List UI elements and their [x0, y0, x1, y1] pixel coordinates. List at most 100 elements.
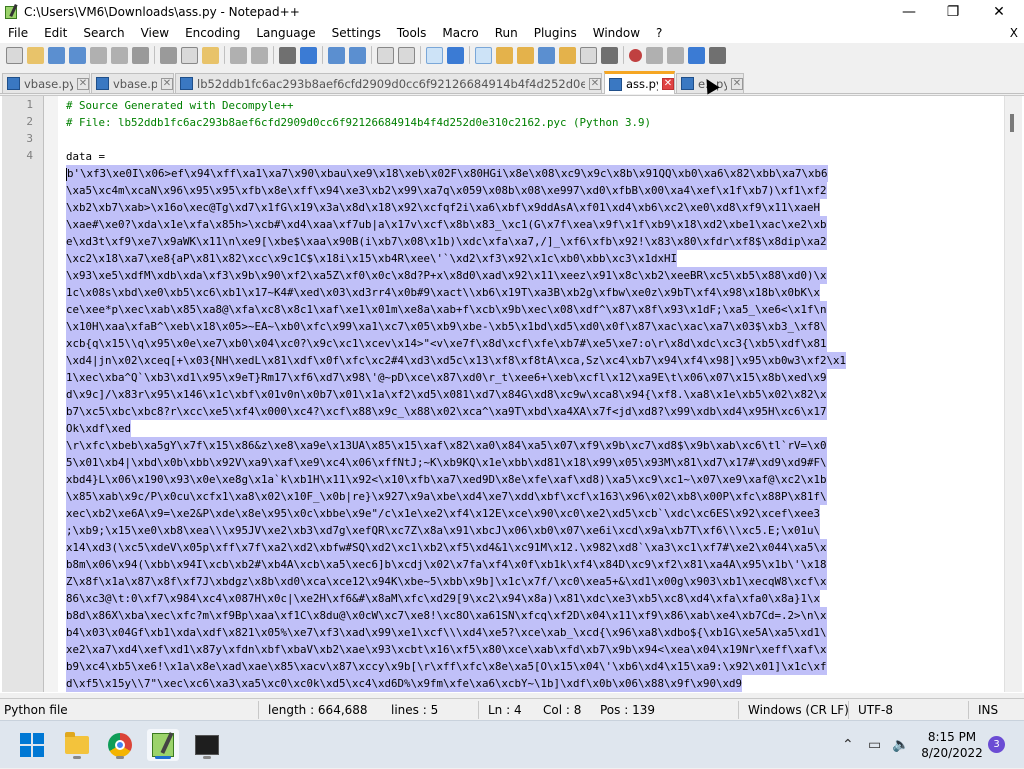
status-divider	[478, 701, 479, 719]
copy-icon[interactable]	[181, 46, 198, 64]
data-line: xec\xb2\xe6A\x9=\xe2&P\xde\x8e\x95\x0c\x…	[66, 505, 821, 522]
undo-icon[interactable]	[230, 46, 247, 64]
record-macro-icon[interactable]	[629, 48, 642, 62]
status-eol[interactable]: Windows (CR LF)	[748, 699, 849, 721]
save-all-icon[interactable]	[69, 46, 86, 64]
start-button[interactable]	[16, 729, 48, 761]
windows-logo-icon	[20, 733, 44, 757]
volume-icon[interactable]: 🔈	[892, 721, 909, 769]
tab-close-icon[interactable]: ✕	[662, 78, 674, 90]
data-line: b8m\x06\x94(\xbb\x94I\xcb\xb2#\xb4A\xcb\…	[66, 556, 827, 573]
function-list-icon[interactable]	[538, 46, 555, 64]
replace-icon[interactable]	[300, 46, 317, 64]
stop-macro-icon[interactable]	[646, 46, 663, 64]
close-file-icon[interactable]	[90, 46, 107, 64]
terminal-button[interactable]	[191, 729, 223, 761]
run-macro-multiple-icon[interactable]	[688, 46, 705, 64]
menu-encoding[interactable]: Encoding	[177, 23, 248, 43]
tab-close-icon[interactable]: ✕	[77, 77, 89, 90]
vertical-scrollbar[interactable]	[1004, 96, 1022, 692]
cut-icon[interactable]	[160, 46, 177, 64]
play-macro-icon[interactable]	[667, 46, 684, 64]
toolbar-separator	[224, 46, 225, 64]
menu-macro[interactable]: Macro	[434, 23, 486, 43]
fold-margin[interactable]	[44, 96, 58, 692]
print-icon[interactable]	[132, 46, 149, 64]
tab-vbase-py[interactable]: vbase.py ✕	[91, 73, 174, 93]
indent-guide-icon[interactable]	[475, 46, 492, 64]
sync-horizontal-icon[interactable]	[398, 46, 415, 64]
status-lines: lines : 5	[391, 703, 439, 717]
tab-close-icon[interactable]: ✕	[161, 77, 173, 90]
file-explorer-button[interactable]	[61, 729, 93, 761]
notepadpp-taskbar-button[interactable]	[147, 729, 179, 761]
tab-lb52-pyc[interactable]: lb52ddb1fc6ac293b8aef6cfd2909d0cc6f92126…	[175, 73, 602, 93]
tab-bar: vbase.pyc ✕ vbase.py ✕ lb52ddb1fc6ac293b…	[0, 70, 1024, 94]
running-indicator	[73, 756, 81, 759]
status-length: length : 664,688	[268, 703, 368, 717]
data-line: b'\xf3\xe0I\x06>ef\x94\xff\xa1\xa7\x90\x…	[66, 165, 828, 182]
menu-language[interactable]: Language	[248, 23, 323, 43]
minimize-button[interactable]: —	[886, 0, 932, 23]
line-number: 1	[26, 98, 33, 111]
notification-badge[interactable]: 3	[988, 736, 1005, 753]
word-wrap-icon[interactable]	[426, 46, 443, 64]
editor-area[interactable]: 1 2 3 4 # Source Generated with Decompyl…	[0, 95, 1024, 693]
toolbar-separator	[322, 46, 323, 64]
data-line: xe2\xa7\xd4\xef\xd1\x87y\xfdn\xbf\xbaV\x…	[66, 641, 827, 658]
folder-workspace-icon[interactable]	[559, 46, 576, 64]
data-line: \x10H\xaa\xfaB^\xeb\x18\x05>~EA~\xb0\xfc…	[66, 318, 827, 335]
new-file-icon[interactable]	[6, 46, 23, 64]
menu-window[interactable]: Window	[585, 23, 648, 43]
line-number-gutter: 1 2 3 4	[2, 96, 44, 692]
save-macro-icon[interactable]	[709, 46, 726, 64]
maximize-button[interactable]: ❐	[930, 0, 976, 23]
network-icon[interactable]: ▭	[868, 721, 881, 769]
zoom-out-icon[interactable]	[349, 46, 366, 64]
menu-file[interactable]: File	[0, 23, 36, 43]
save-icon[interactable]	[48, 46, 65, 64]
status-divider	[258, 701, 259, 719]
close-document-button[interactable]: X	[1010, 23, 1018, 43]
menu-edit[interactable]: Edit	[36, 23, 75, 43]
paste-icon[interactable]	[202, 46, 219, 64]
tray-chevron-icon[interactable]: ⌃	[842, 721, 854, 769]
tab-vbase-pyc[interactable]: vbase.pyc ✕	[2, 73, 90, 93]
window-title: C:\Users\VM6\Downloads\ass.py - Notepad+…	[24, 4, 300, 19]
menu-plugins[interactable]: Plugins	[526, 23, 585, 43]
tab-close-icon[interactable]: ✕	[589, 77, 601, 90]
menu-view[interactable]: View	[133, 23, 177, 43]
tab-close-icon[interactable]: ✕	[731, 77, 743, 90]
file-icon	[180, 77, 193, 90]
toolbar-separator	[623, 46, 624, 64]
zoom-in-icon[interactable]	[328, 46, 345, 64]
status-divider	[738, 701, 739, 719]
document-map-icon[interactable]	[517, 46, 534, 64]
menu-settings[interactable]: Settings	[324, 23, 389, 43]
show-all-chars-icon[interactable]	[447, 46, 464, 64]
status-encoding[interactable]: UTF-8	[858, 699, 893, 721]
close-button[interactable]: ✕	[976, 0, 1022, 23]
chrome-button[interactable]	[104, 729, 136, 761]
toolbar	[0, 43, 1024, 67]
tab-label: ass.py	[626, 77, 658, 91]
code-text[interactable]: # Source Generated with Decompyle++ # Fi…	[66, 96, 1002, 692]
close-all-icon[interactable]	[111, 46, 128, 64]
tab-ass-py[interactable]: ass.py ✕	[604, 71, 675, 94]
notepadpp-icon	[4, 3, 20, 20]
redo-icon[interactable]	[251, 46, 268, 64]
doc-list-icon[interactable]	[580, 46, 597, 64]
clock[interactable]: 8:15 PM 8/20/2022	[920, 729, 984, 761]
menu-help[interactable]: ?	[648, 23, 670, 43]
menu-tools[interactable]: Tools	[389, 23, 435, 43]
menu-run[interactable]: Run	[487, 23, 526, 43]
data-line: b7\xc5\xbc\xbc8?r\xcc\xe5\xf4\x000\xc4?\…	[66, 403, 827, 420]
define-language-icon[interactable]	[496, 46, 513, 64]
monitoring-icon[interactable]	[601, 46, 618, 64]
menu-search[interactable]: Search	[75, 23, 132, 43]
open-file-icon[interactable]	[27, 46, 44, 64]
find-icon[interactable]	[279, 46, 296, 64]
scrollbar-thumb[interactable]	[1010, 114, 1014, 132]
status-divider	[968, 701, 969, 719]
sync-vertical-icon[interactable]	[377, 46, 394, 64]
